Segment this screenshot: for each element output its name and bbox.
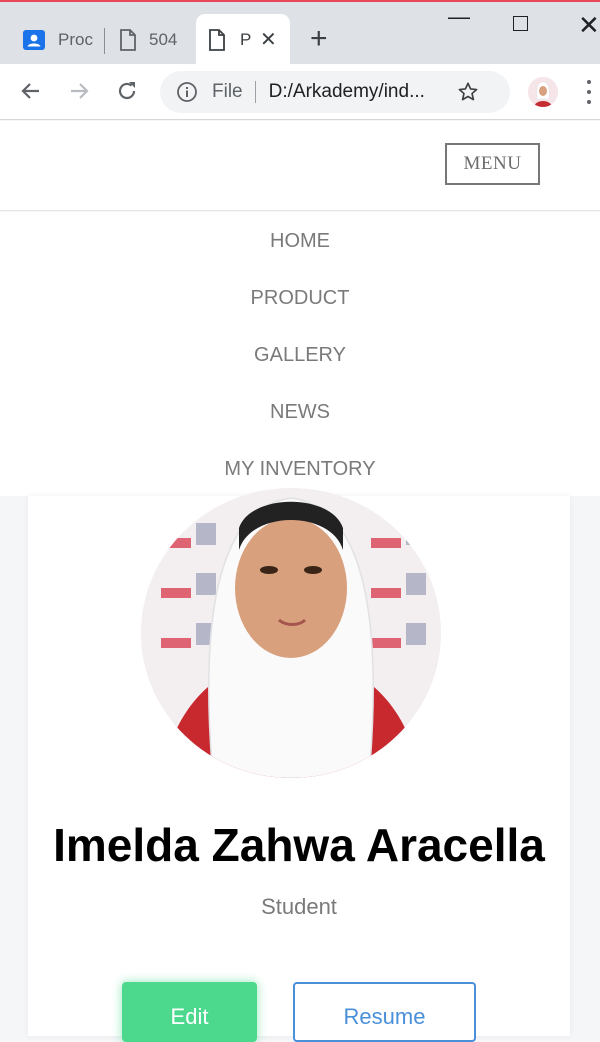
bookmark-star-icon[interactable] <box>455 79 481 105</box>
nav-item-gallery[interactable]: GALLERY <box>0 344 600 367</box>
tab-label: Proc <box>58 30 93 49</box>
browser-tab-1[interactable]: Proc <box>0 14 104 66</box>
file-icon <box>120 29 136 51</box>
nav-item-product[interactable]: PRODUCT <box>0 287 600 310</box>
back-arrow-icon[interactable] <box>16 76 46 106</box>
browser-tab-active[interactable]: P ✕ <box>196 14 290 66</box>
contact-icon <box>23 30 45 50</box>
resume-button[interactable]: Resume <box>293 982 476 1042</box>
browser-tabstrip: Proc 504 P ✕ + — ✕ <box>0 0 600 66</box>
window-close-icon[interactable]: ✕ <box>578 10 600 41</box>
reload-icon[interactable] <box>112 76 142 106</box>
forward-arrow-icon[interactable] <box>64 76 94 106</box>
browser-tab-2[interactable]: 504 <box>105 14 195 66</box>
nav-dropdown: HOME PRODUCT GALLERY NEWS MY INVENTORY <box>0 212 600 496</box>
profile-photo <box>141 488 441 778</box>
nav-item-home[interactable]: HOME <box>0 230 600 253</box>
file-icon <box>209 29 225 51</box>
new-tab-icon[interactable]: + <box>310 24 328 54</box>
menu-button[interactable]: MENU <box>445 143 540 185</box>
profile-name: Imelda Zahwa Aracella <box>53 819 545 871</box>
edit-button[interactable]: Edit <box>122 982 257 1042</box>
tab-close-icon[interactable]: ✕ <box>260 30 277 50</box>
profile-card: Imelda Zahwa Aracella Student Edit Resum… <box>28 488 570 1042</box>
omnibox-divider <box>254 81 256 103</box>
tab-label: P <box>240 30 252 49</box>
address-bar[interactable]: File D:/Arkademy/ind... <box>160 71 510 113</box>
profile-avatar[interactable] <box>528 77 558 107</box>
nav-item-my-inventory[interactable]: MY INVENTORY <box>0 458 600 481</box>
window-minimize-icon[interactable]: — <box>448 4 470 30</box>
site-header: MENU <box>0 121 600 211</box>
browser-toolbar: File D:/Arkademy/ind... <box>0 64 600 120</box>
nav-item-news[interactable]: NEWS <box>0 401 600 424</box>
tab-label: 504 <box>149 30 178 49</box>
window-maximize-icon[interactable] <box>513 16 528 31</box>
site-info-icon[interactable] <box>176 81 198 103</box>
url-scheme-label: File <box>212 81 243 102</box>
url-text[interactable]: D:/Arkademy/ind... <box>269 81 445 103</box>
browser-menu-icon[interactable] <box>586 80 592 104</box>
profile-role: Student <box>261 894 337 919</box>
